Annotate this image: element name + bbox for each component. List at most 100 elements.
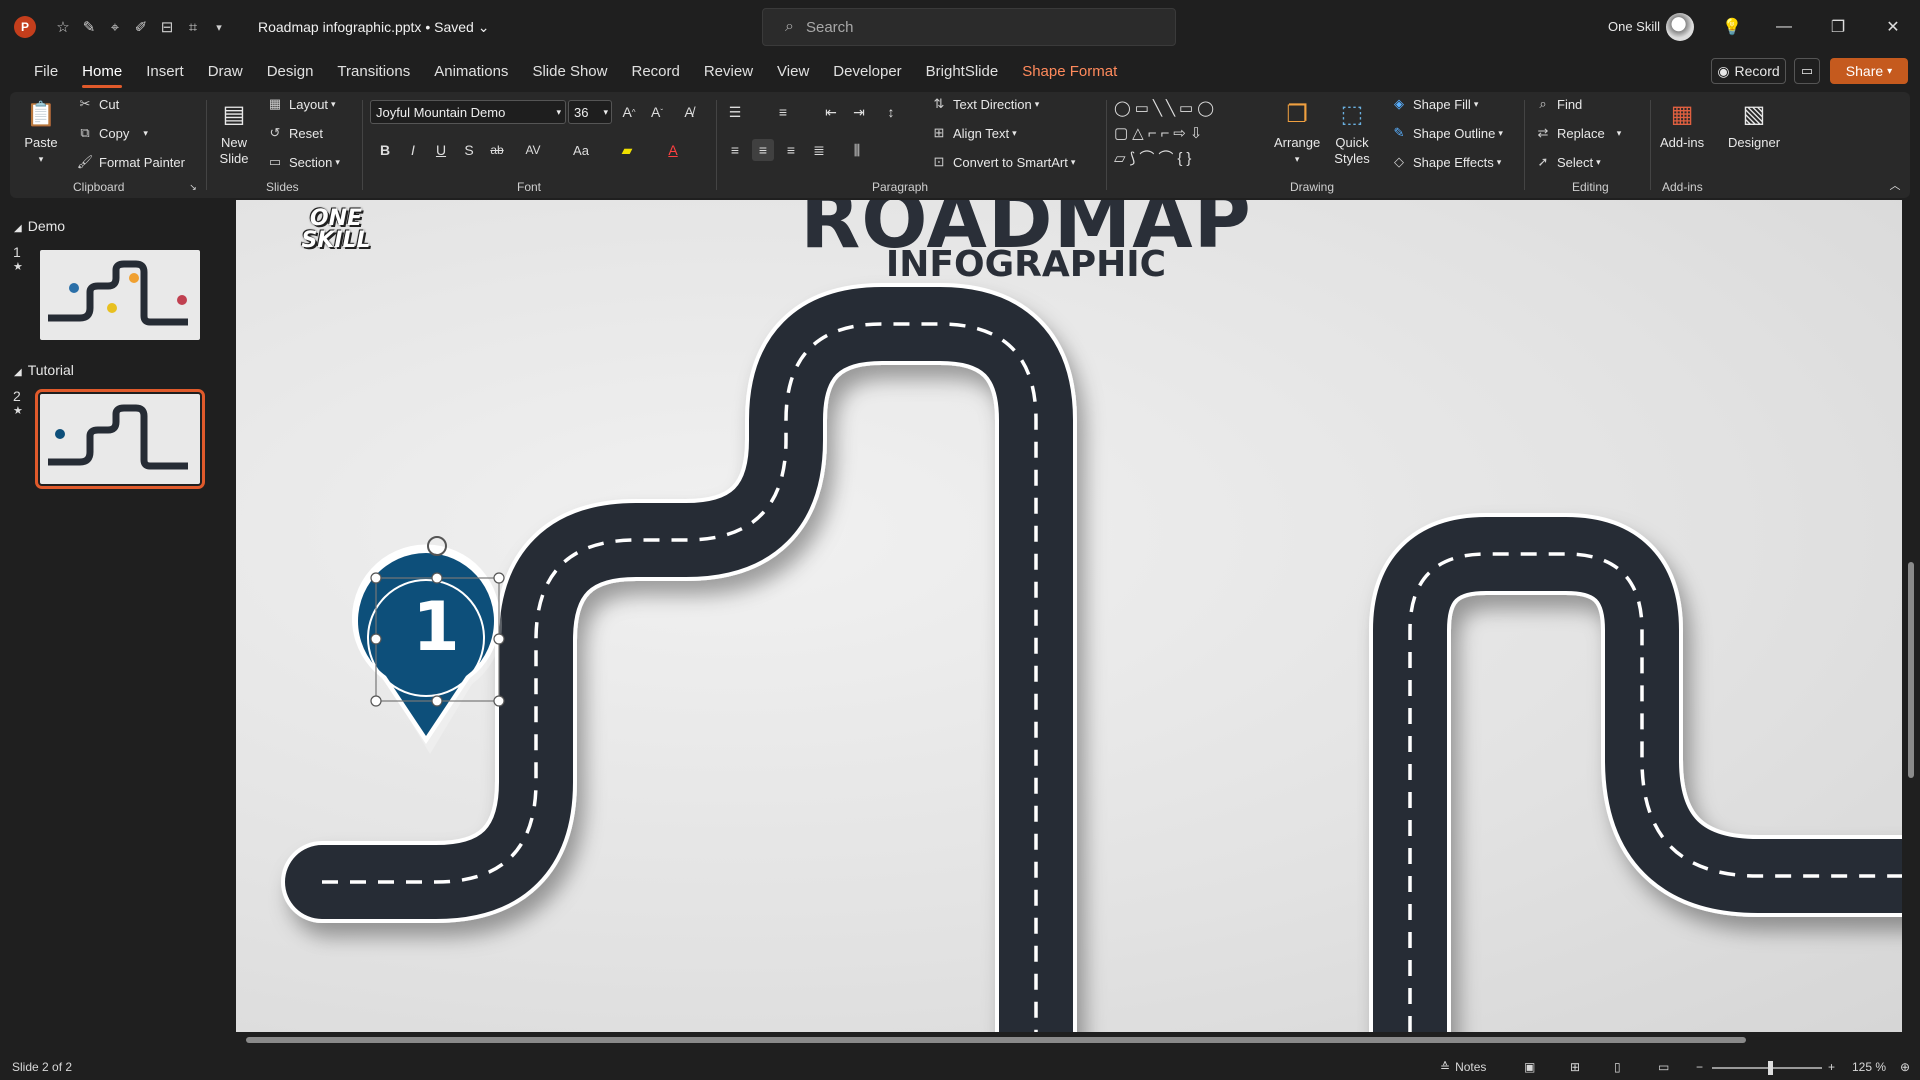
pen-icon[interactable]: ✎ <box>76 14 102 40</box>
decrease-font-icon[interactable]: Aˇ <box>646 101 668 123</box>
font-size-select[interactable]: 36 ▾ <box>568 100 612 124</box>
brush-icon[interactable]: ✐ <box>128 14 154 40</box>
collapse-ribbon-icon[interactable]: ︿ <box>1884 174 1906 196</box>
numbering-icon[interactable]: ≡ <box>772 101 794 123</box>
clear-formatting-icon[interactable]: A̸ <box>678 101 700 123</box>
section-button[interactable]: ▭ Section ▾ <box>266 154 340 170</box>
document-title[interactable]: Roadmap infographic.pptx • Saved ⌄ <box>258 19 489 36</box>
replace-button[interactable]: ⇄ Replace ▾ <box>1534 125 1622 141</box>
scroll-thumb[interactable] <box>1908 562 1914 778</box>
close-button[interactable]: ✕ <box>1878 12 1908 42</box>
quick-styles-button[interactable]: ⬚ Quick Styles <box>1332 98 1372 167</box>
slide-2[interactable]: ONE SKILL ROADMAP INFOGRAPHIC 1 <box>236 200 1902 1032</box>
character-spacing-button[interactable]: AV <box>518 139 548 161</box>
new-slide-button[interactable]: ▤ New Slide <box>214 98 254 167</box>
align-text-button[interactable]: ⊞ Align Text ▾ <box>930 125 1017 141</box>
zoom-level[interactable]: 125 % <box>1852 1060 1886 1074</box>
horizontal-scrollbar[interactable] <box>224 1032 1904 1048</box>
tab-home[interactable]: Home <box>70 54 134 90</box>
bold-button[interactable]: B <box>374 139 396 161</box>
slide-thumbnail-1[interactable] <box>40 250 200 340</box>
crosshair-icon[interactable]: ⌖ <box>102 14 128 40</box>
increase-indent-icon[interactable]: ⇥ <box>848 101 870 123</box>
tab-review[interactable]: Review <box>692 54 765 90</box>
align-right-icon[interactable]: ≡ <box>780 139 802 161</box>
zoom-out-icon[interactable]: − <box>1696 1060 1703 1074</box>
scroll-thumb[interactable] <box>246 1037 1746 1043</box>
slide-sorter-icon[interactable]: ⊞ <box>1570 1060 1580 1074</box>
columns-icon[interactable]: ⫼ <box>846 139 868 161</box>
find-button[interactable]: ⌕ Find <box>1534 96 1582 112</box>
font-color-icon[interactable]: A <box>662 139 684 161</box>
bullets-icon[interactable]: ☰ <box>724 101 746 123</box>
crop-icon[interactable]: ⌗ <box>180 14 206 40</box>
zoom-in-icon[interactable]: + <box>1828 1060 1835 1074</box>
share-button[interactable]: Share ▾ <box>1830 58 1908 84</box>
tab-design[interactable]: Design <box>255 54 326 90</box>
align-center-icon[interactable]: ≡ <box>752 139 774 161</box>
tab-view[interactable]: View <box>765 54 821 90</box>
user-name[interactable]: One Skill <box>1608 19 1660 34</box>
tab-file[interactable]: File <box>22 54 70 90</box>
layout-button[interactable]: ▦ Layout ▾ <box>266 96 336 112</box>
tab-developer[interactable]: Developer <box>821 54 913 90</box>
slide-count[interactable]: Slide 2 of 2 <box>12 1060 72 1074</box>
highlight-color-icon[interactable]: ▰ <box>616 139 638 161</box>
zoom-slider-thumb[interactable] <box>1768 1061 1773 1075</box>
format-painter-button[interactable]: 🖌 Format Painter <box>76 154 185 170</box>
strikethrough-button[interactable]: ab <box>486 139 508 161</box>
tab-slide-show[interactable]: Slide Show <box>520 54 619 90</box>
tab-insert[interactable]: Insert <box>134 54 196 90</box>
shape-outline-button[interactable]: ✎ Shape Outline ▾ <box>1390 125 1503 141</box>
normal-view-icon[interactable]: ▣ <box>1524 1060 1535 1074</box>
notes-button[interactable]: ≙ Notes <box>1440 1060 1486 1074</box>
search-input[interactable]: ⌕ Search <box>762 8 1176 46</box>
reading-view-icon[interactable]: ▯ <box>1614 1060 1621 1074</box>
chevron-down-icon[interactable]: ▾ <box>206 14 232 40</box>
reset-button[interactable]: ↺ Reset <box>266 125 323 141</box>
text-direction-button[interactable]: ⇅ Text Direction ▾ <box>930 96 1040 112</box>
shape-fill-button[interactable]: ◈ Shape Fill ▾ <box>1390 96 1478 112</box>
line-spacing-icon[interactable]: ↕ <box>880 101 902 123</box>
designer-button[interactable]: ▧ Designer <box>1728 98 1780 151</box>
change-case-button[interactable]: Aa <box>566 139 596 161</box>
restore-button[interactable]: ❐ <box>1823 12 1853 42</box>
record-button[interactable]: ◉ Record <box>1711 58 1786 84</box>
arrange-button[interactable]: ❐ Arrange ▾ <box>1274 98 1320 167</box>
underline-button[interactable]: U <box>430 139 452 161</box>
avatar[interactable] <box>1666 13 1694 41</box>
italic-button[interactable]: I <box>402 139 424 161</box>
tab-transitions[interactable]: Transitions <box>325 54 422 90</box>
add-ins-button[interactable]: ▦ Add-ins <box>1660 98 1704 151</box>
section-header-tutorial[interactable]: ◢ Tutorial <box>14 362 74 378</box>
align-icon[interactable]: ⊟ <box>154 14 180 40</box>
font-name-select[interactable]: Joyful Mountain Demo ▾ <box>370 100 566 124</box>
tab-animations[interactable]: Animations <box>422 54 520 90</box>
select-button[interactable]: ➚ Select ▾ <box>1534 154 1601 170</box>
increase-font-icon[interactable]: A ^ <box>618 101 640 123</box>
vertical-scrollbar[interactable] <box>1904 200 1918 1032</box>
star-icon[interactable]: ☆ <box>50 14 76 40</box>
text-shadow-button[interactable]: S <box>458 139 480 161</box>
tab-shape-format[interactable]: Shape Format <box>1010 54 1129 90</box>
convert-to-smartart-button[interactable]: ⊡ Convert to SmartArt ▾ <box>930 154 1076 170</box>
cut-button[interactable]: ✂ Cut <box>76 96 120 112</box>
copy-button[interactable]: ⧉ Copy ▾ <box>76 125 148 141</box>
marker-number[interactable]: 1 <box>400 588 472 667</box>
zoom-slider[interactable] <box>1712 1061 1822 1075</box>
lightbulb-icon[interactable]: 💡 <box>1717 12 1747 42</box>
align-left-icon[interactable]: ≡ <box>724 139 746 161</box>
fit-to-window-icon[interactable]: ⊕ <box>1900 1060 1910 1074</box>
slide-thumbnail-2[interactable] <box>35 389 205 489</box>
shape-effects-button[interactable]: ◇ Shape Effects ▾ <box>1390 154 1501 170</box>
minimize-button[interactable]: — <box>1769 12 1799 42</box>
tab-draw[interactable]: Draw <box>196 54 255 90</box>
paste-button[interactable]: 📋 Paste ▾ <box>24 98 58 167</box>
shapes-gallery[interactable]: ◯▭╲╲▭◯ ▢△⌐⌐⇨⇩ ▱⟆⌒⌒{} <box>1114 96 1264 176</box>
comments-button[interactable]: ▭ <box>1794 58 1820 84</box>
decrease-indent-icon[interactable]: ⇤ <box>820 101 842 123</box>
tab-brightslide[interactable]: BrightSlide <box>914 54 1011 90</box>
tab-record[interactable]: Record <box>619 54 691 90</box>
dialog-launcher-icon[interactable]: ↘ <box>186 180 200 194</box>
section-header-demo[interactable]: ◢ Demo <box>14 218 65 234</box>
